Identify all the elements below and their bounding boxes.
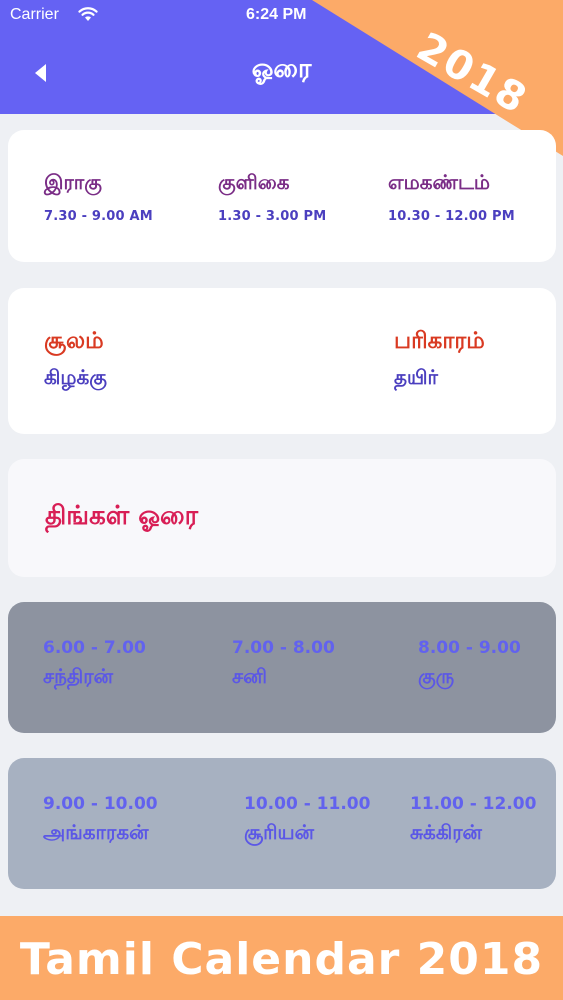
kaalam-name: இராகு (44, 170, 102, 194)
remedy-value: தயிர் (394, 365, 439, 389)
kaalam-name: குளிகை (218, 170, 290, 194)
hora-slot: 6.00 - 7.00 சந்திரன் (43, 638, 146, 691)
carrier-label: Carrier (10, 6, 59, 23)
shoolam-label: சூலம் (44, 328, 104, 354)
hora-planet: அங்காரகன் (43, 820, 149, 844)
hora-planet: சனி (232, 664, 267, 688)
hora-planet: சந்திரன் (43, 664, 114, 688)
emakandam-kaalam: எமகண்டம் 10.30 - 12.00 PM (388, 170, 515, 224)
shoolam-card: சூலம் கிழக்கு பரிகாரம் தயிர் (8, 288, 556, 434)
kuligai-kaalam: குளிகை 1.30 - 3.00 PM (218, 170, 326, 224)
rahu-kaalam: இராகு 7.30 - 9.00 AM (44, 170, 153, 224)
hora-row: 6.00 - 7.00 சந்திரன் 7.00 - 8.00 சனி 8.0… (8, 602, 556, 733)
status-time: 6:24 PM (246, 6, 307, 23)
hora-time: 8.00 - 9.00 (418, 638, 521, 658)
hora-time: 11.00 - 12.00 (410, 794, 537, 814)
day-hora-title: திங்கள் ஓரை (45, 501, 199, 531)
hora-planet: குரு (418, 664, 455, 688)
remedy-label: பரிகாரம் (394, 328, 485, 354)
hora-slot: 9.00 - 10.00 அங்காரகன் (43, 794, 158, 847)
promo-banner-text: Tamil Calendar 2018 (19, 934, 544, 985)
shoolam-remedy: பரிகாரம் தயிர் (394, 328, 485, 392)
hora-slot: 11.00 - 12.00 சுக்கிரன் (410, 794, 536, 847)
status-bar: Carrier 6:24 PM (0, 0, 563, 32)
hora-planet: சுக்கிரன் (410, 820, 482, 844)
hora-time: 7.00 - 8.00 (232, 638, 335, 658)
kaalam-time: 7.30 - 9.00 AM (44, 209, 153, 224)
hora-slot: 10.00 - 11.00 சூரியன் (244, 794, 370, 847)
hora-time: 6.00 - 7.00 (43, 638, 146, 658)
kaalam-time: 1.30 - 3.00 PM (218, 209, 327, 224)
hora-planet: சூரியன் (244, 820, 315, 844)
promo-banner: Tamil Calendar 2018 (0, 916, 563, 1000)
hora-time: 10.00 - 11.00 (244, 794, 371, 814)
shoolam-value: கிழக்கு (44, 365, 107, 389)
hora-slot: 8.00 - 9.00 குரு (418, 638, 521, 691)
hora-row: 9.00 - 10.00 அங்காரகன் 10.00 - 11.00 சூர… (8, 758, 556, 889)
kaalam-time: 10.30 - 12.00 PM (388, 209, 515, 224)
hora-slot: 7.00 - 8.00 சனி (232, 638, 335, 691)
shoolam-direction: சூலம் கிழக்கு (44, 328, 107, 392)
kaalam-name: எமகண்டம் (388, 170, 490, 194)
kaalam-card: இராகு 7.30 - 9.00 AM குளிகை 1.30 - 3.00 … (8, 130, 556, 262)
hora-time: 9.00 - 10.00 (43, 794, 158, 814)
wifi-icon (78, 7, 98, 21)
day-hora-card: திங்கள் ஓரை (8, 459, 556, 577)
